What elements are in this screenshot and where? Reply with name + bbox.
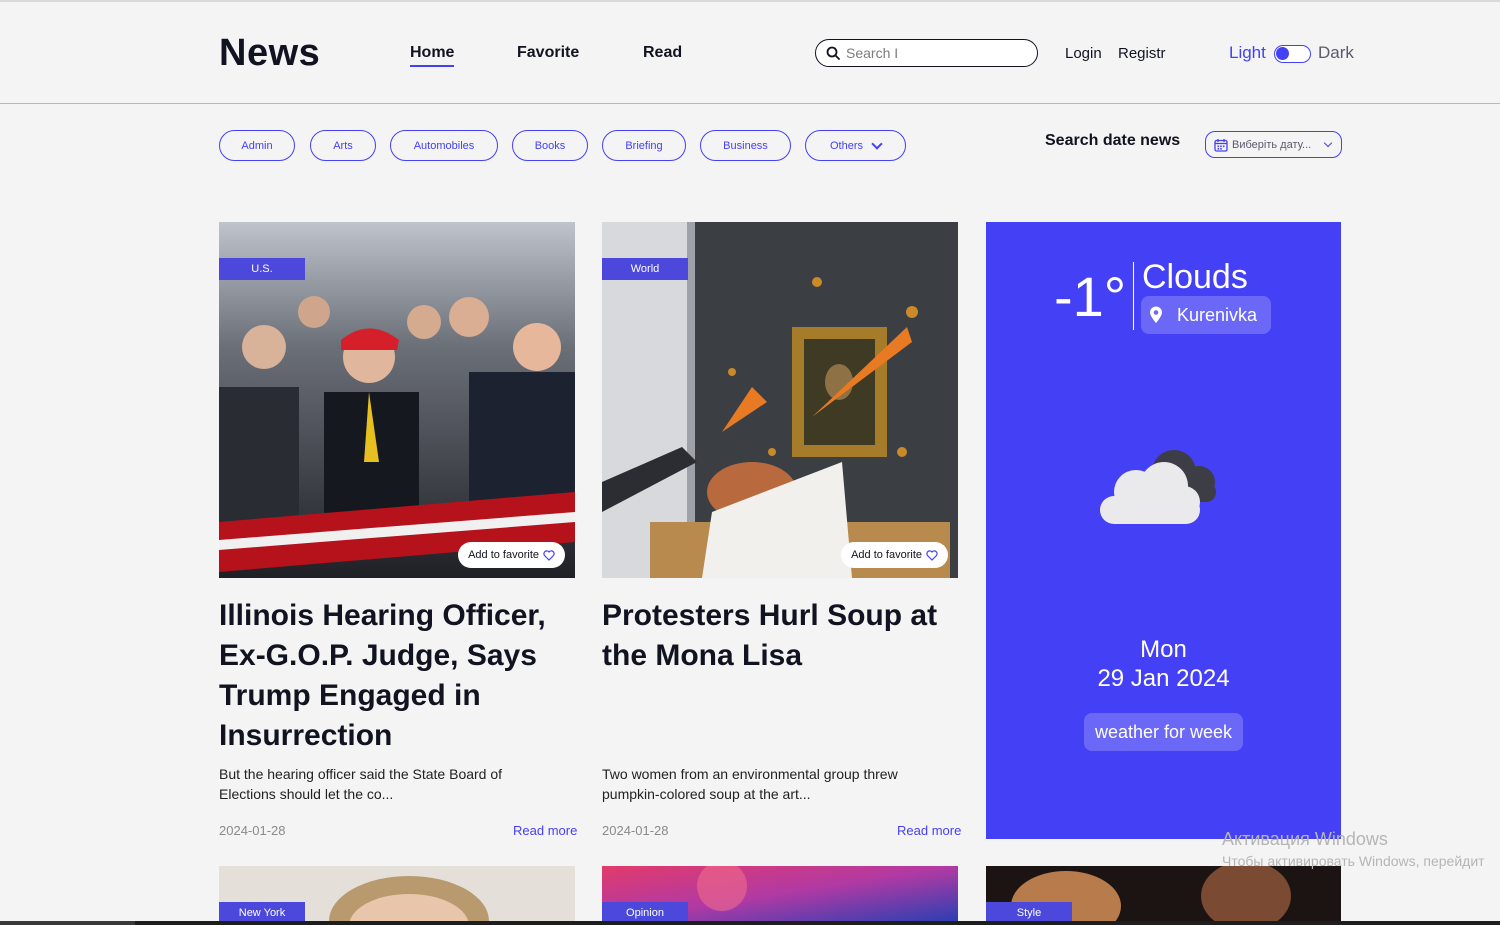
add-to-favorite-button[interactable]: Add to favorite: [458, 542, 565, 568]
add-to-favorite-label: Add to favorite: [468, 549, 539, 561]
theme-light-label: Light: [1229, 43, 1266, 62]
category-badge: U.S.: [219, 258, 305, 280]
nav-home[interactable]: Home: [410, 44, 455, 67]
chevron-down-icon: [1323, 138, 1333, 148]
clouds-icon: [1100, 450, 1216, 524]
heart-icon: [926, 549, 938, 561]
search-input[interactable]: [846, 45, 1026, 61]
search-box[interactable]: [815, 39, 1038, 67]
site-logo[interactable]: News: [219, 32, 320, 75]
calendar-icon: [1214, 138, 1228, 152]
date-search-label: Search date news: [1045, 132, 1181, 149]
article-description: But the hearing officer said the State B…: [219, 766, 503, 802]
weather-date: 29 Jan 2024: [1097, 665, 1230, 692]
article-title[interactable]: Illinois Hearing Officer, Ex-G.O.P. Judg…: [219, 596, 575, 756]
theme-toggle[interactable]: [1274, 45, 1311, 63]
register-link[interactable]: Registr: [1118, 45, 1166, 62]
category-books[interactable]: Books: [512, 130, 588, 161]
category-arts[interactable]: Arts: [310, 130, 376, 161]
date-picker-placeholder: Виберіть дату...: [1232, 138, 1312, 151]
windows-activation-title: Активация Windows: [1222, 829, 1388, 849]
category-badge: New York: [219, 902, 305, 921]
category-admin[interactable]: Admin: [219, 130, 295, 161]
taskbar-segment: [135, 921, 1500, 925]
card-image[interactable]: New York: [219, 866, 575, 921]
theme-dark-label: Dark: [1318, 43, 1354, 62]
windows-activation-text: Чтобы активировать Windows, перейдит: [1222, 853, 1485, 869]
chevron-down-icon: [871, 137, 883, 150]
weather-temperature: -1°: [1054, 265, 1127, 328]
weather-divider: [1133, 262, 1134, 330]
article-title[interactable]: Protesters Hurl Soup at the Mona Lisa: [602, 596, 958, 676]
weather-widget: -1° Clouds Kurenivka Mon 29 Jan 2024 wea…: [986, 222, 1341, 839]
weather-for-week-button[interactable]: weather for week: [1084, 713, 1243, 751]
search-icon[interactable]: [826, 46, 840, 60]
nav-read[interactable]: Read: [643, 44, 682, 62]
weather-location-button[interactable]: Kurenivka: [1141, 296, 1271, 334]
add-to-favorite-button[interactable]: Add to favorite: [841, 542, 948, 568]
category-badge: Opinion: [602, 902, 688, 921]
card-image[interactable]: Opinion: [602, 866, 958, 921]
category-business[interactable]: Business: [700, 130, 791, 161]
site-header: News Home Favorite Read Login Registr Li…: [0, 2, 1500, 104]
login-link[interactable]: Login: [1065, 45, 1102, 62]
date-picker[interactable]: Виберіть дату...: [1205, 131, 1342, 158]
weather-condition: Clouds: [1142, 258, 1248, 296]
theme-toggle-knob: [1276, 47, 1289, 60]
category-automobiles[interactable]: Automobiles: [390, 130, 498, 161]
location-pin-icon: [1150, 306, 1162, 323]
card-image[interactable]: World Add to favorite: [602, 222, 958, 578]
card-image[interactable]: U.S. Add to favorite: [219, 222, 575, 578]
heart-icon: [543, 549, 555, 561]
weather-day: Mon: [1140, 636, 1187, 663]
card-image[interactable]: Style: [986, 866, 1341, 921]
article-date: 2024-01-28: [219, 823, 286, 838]
category-briefing[interactable]: Briefing: [602, 130, 686, 161]
category-others-dropdown[interactable]: Others: [805, 130, 906, 161]
nav-favorite[interactable]: Favorite: [517, 44, 579, 62]
category-badge: Style: [986, 902, 1072, 921]
article-description: Two women from an environmental group th…: [602, 766, 898, 802]
read-more-link[interactable]: Read more: [513, 823, 577, 838]
article-date: 2024-01-28: [602, 823, 669, 838]
read-more-link[interactable]: Read more: [897, 823, 961, 838]
others-label: Others: [829, 139, 863, 152]
category-badge: World: [602, 258, 688, 280]
taskbar: [0, 921, 1500, 925]
weather-location: Kurenivka: [1177, 304, 1258, 325]
add-to-favorite-label: Add to favorite: [851, 549, 922, 561]
